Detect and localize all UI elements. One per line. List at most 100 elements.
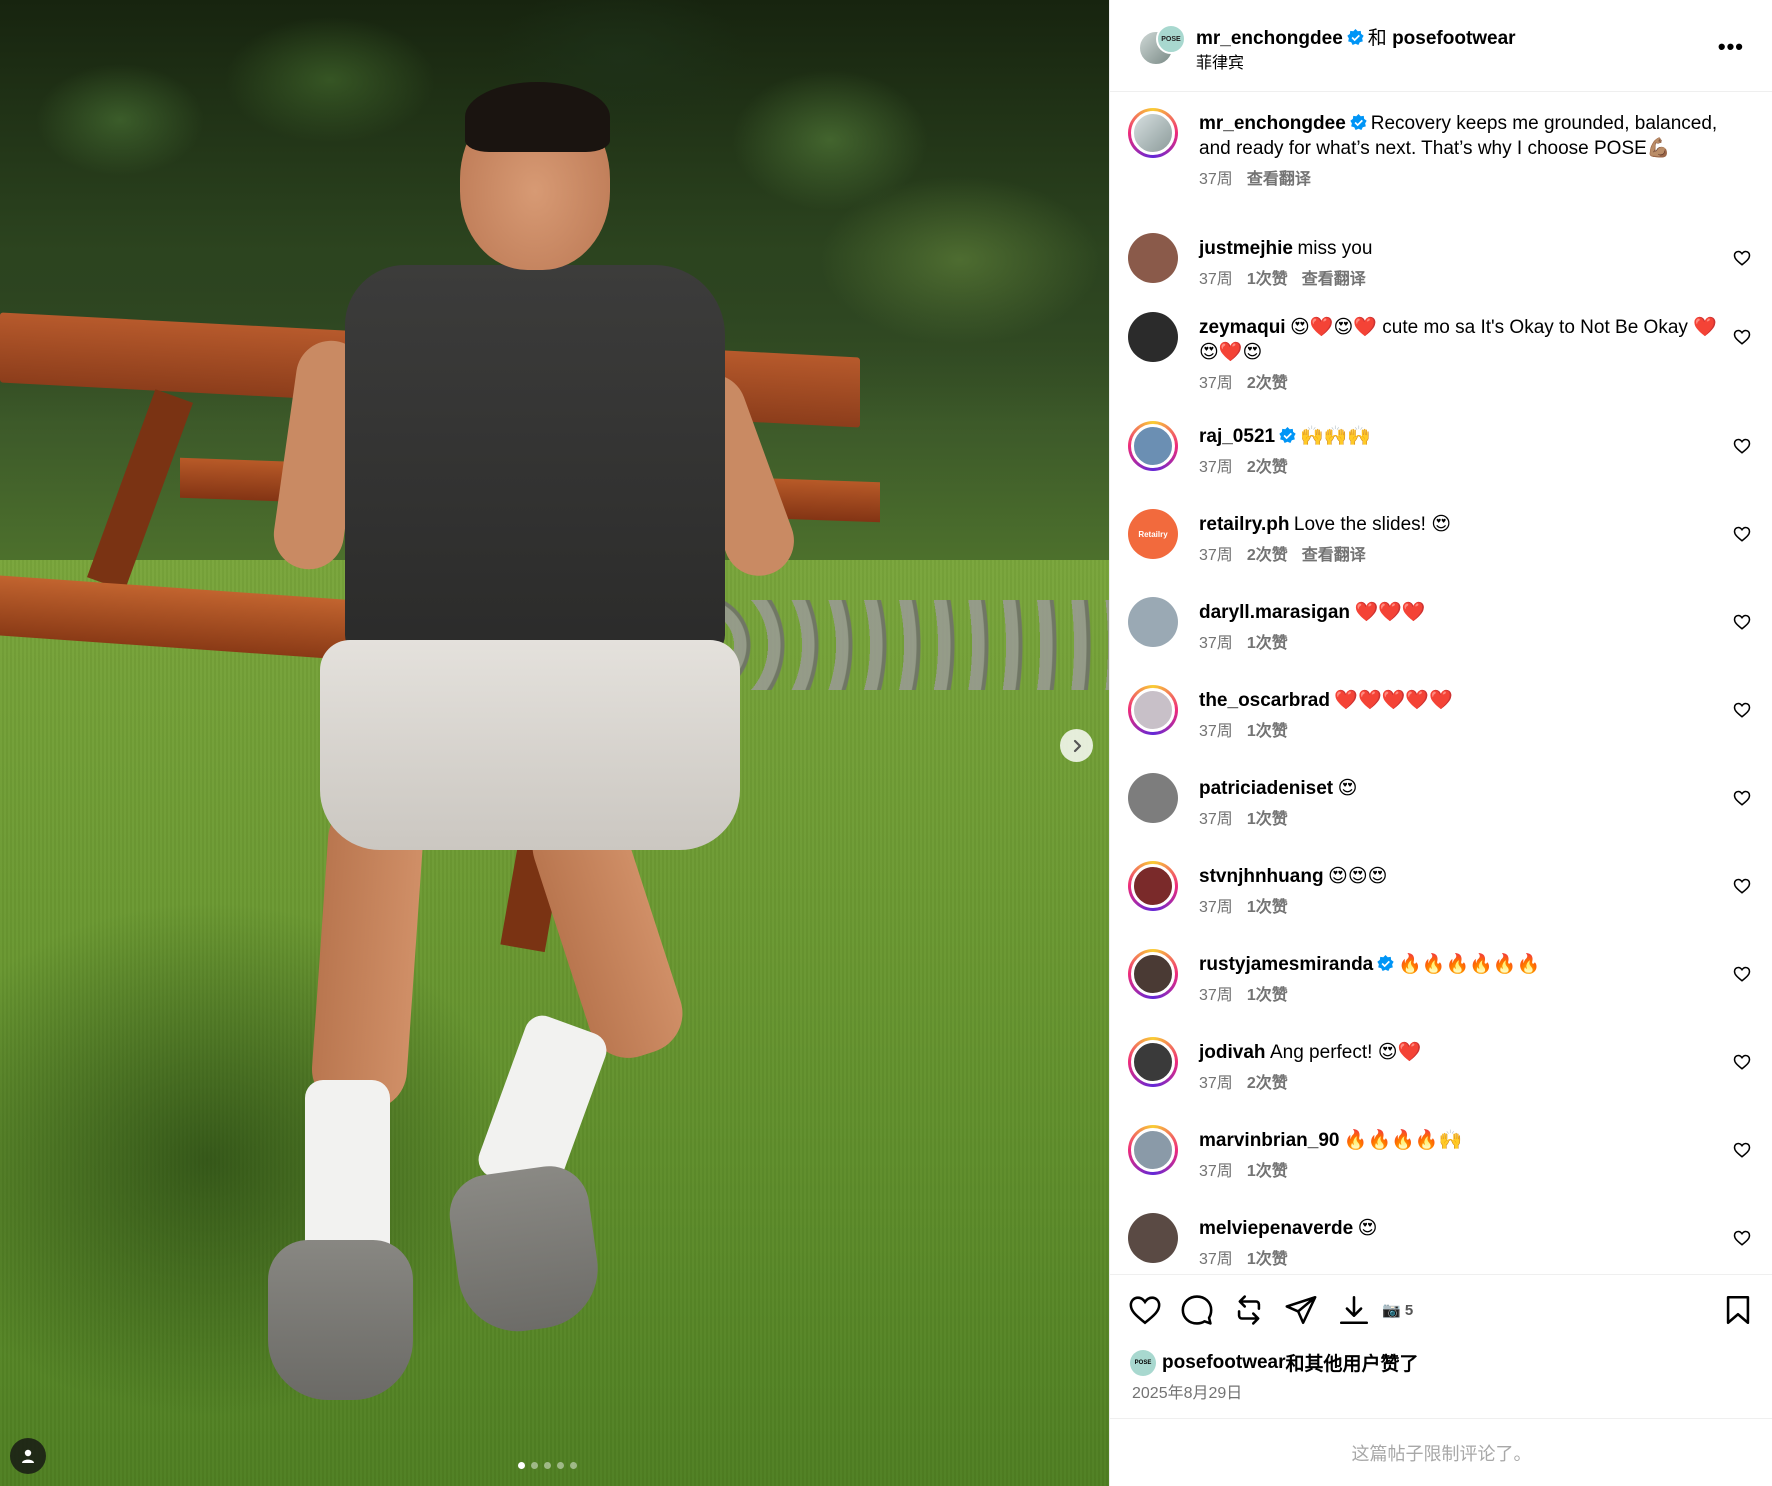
comment-like-heart-icon[interactable] (1733, 249, 1751, 267)
comment-like-heart-icon[interactable] (1733, 1053, 1751, 1071)
camera-count[interactable]: 📷 5 (1382, 1301, 1413, 1319)
commenter-avatar[interactable] (1128, 949, 1178, 999)
likes-summary[interactable]: POSE posefootwear 和其他用户赞了 (1130, 1349, 1419, 1376)
post-media[interactable] (0, 0, 1109, 1486)
comment-like-heart-icon[interactable] (1733, 789, 1751, 807)
carousel-dot (557, 1462, 564, 1469)
comment-like-heart-icon[interactable] (1733, 701, 1751, 719)
comment-meta: 37周 2次赞 (1199, 372, 1719, 396)
carousel-dot (570, 1462, 577, 1469)
comment-username[interactable]: melviepenaverde (1199, 1218, 1353, 1239)
collab-avatar[interactable]: POSE (1156, 24, 1186, 54)
share-send-icon[interactable] (1284, 1293, 1318, 1327)
comment-meta: 37周 1次赞 (1199, 984, 1719, 1008)
comment-username[interactable]: retailry.ph (1199, 514, 1289, 535)
comment-like-heart-icon[interactable] (1733, 877, 1751, 895)
comment-username[interactable]: stvnjhnhuang (1199, 866, 1324, 887)
translate-link[interactable]: 查看翻译 (1302, 271, 1366, 288)
commenter-avatar[interactable] (1128, 597, 1178, 647)
comment-like-count[interactable]: 2次赞 (1247, 459, 1288, 476)
comment-text: 😍😍😍 (1328, 866, 1388, 887)
comment-username[interactable]: patriciadeniset (1199, 778, 1333, 799)
comment-like-heart-icon[interactable] (1733, 965, 1751, 983)
comment-like-heart-icon[interactable] (1733, 1229, 1751, 1247)
comment-meta: 37周 1次赞 (1199, 896, 1719, 920)
comment-like-count[interactable]: 1次赞 (1247, 723, 1288, 740)
comments-list[interactable]: mr_enchongdee Recovery keeps me grounded,… (1110, 93, 1772, 1273)
commenter-avatar[interactable] (1128, 861, 1178, 911)
comment-like-count[interactable]: 1次赞 (1247, 271, 1288, 288)
commenter-avatar[interactable] (1128, 1213, 1178, 1263)
comment-like-count[interactable]: 2次赞 (1247, 547, 1288, 564)
commenter-avatar[interactable]: Retailry (1128, 509, 1178, 559)
comment-like-count[interactable]: 2次赞 (1247, 375, 1288, 392)
comment-username[interactable]: raj_0521 (1199, 426, 1275, 447)
comment-username[interactable]: marvinbrian_90 (1199, 1130, 1339, 1151)
comment-like-count[interactable]: 2次赞 (1247, 1075, 1288, 1092)
more-options-button[interactable]: ••• (1718, 34, 1744, 60)
commenter-avatar[interactable] (1128, 233, 1178, 283)
comment-icon[interactable] (1180, 1293, 1214, 1327)
comment-like-count[interactable]: 1次赞 (1247, 1163, 1288, 1180)
commenter-avatar-image (1131, 864, 1175, 908)
commenter-avatar[interactable] (1128, 421, 1178, 471)
comment-like-heart-icon[interactable] (1733, 437, 1751, 455)
carousel-next-button[interactable] (1060, 729, 1093, 762)
comment-time: 37周 (1199, 375, 1233, 392)
repost-icon[interactable] (1232, 1293, 1266, 1327)
comment-like-count[interactable]: 1次赞 (1247, 811, 1288, 828)
comment-like-heart-icon[interactable] (1733, 1141, 1751, 1159)
comment-username[interactable]: the_oscarbrad (1199, 690, 1330, 711)
comment-like-heart-icon[interactable] (1733, 525, 1751, 543)
comment-meta: 37周 2次赞 (1199, 456, 1719, 480)
comment-like-count[interactable]: 1次赞 (1247, 987, 1288, 1004)
commenter-avatar[interactable] (1128, 1037, 1178, 1087)
person-shirt (345, 265, 725, 655)
collab-username[interactable]: posefootwear (1392, 28, 1516, 49)
translate-link[interactable]: 查看翻译 (1247, 171, 1311, 188)
comment-username[interactable]: daryll.marasigan (1199, 602, 1350, 623)
post-date[interactable]: 2025年8月29日 (1132, 1379, 1242, 1403)
verified-badge-icon (1279, 427, 1296, 443)
caption-username[interactable]: mr_enchongdee (1199, 113, 1346, 134)
comment-text: Love the slides! 😍 (1293, 514, 1452, 535)
liked-by-suffix[interactable]: 和其他用户赞了 (1286, 1349, 1419, 1376)
comment-text: ❤️❤️❤️ (1354, 602, 1426, 623)
liker-avatar: POSE (1130, 1349, 1156, 1376)
caption-author-avatar[interactable] (1128, 108, 1178, 158)
bookmark-icon[interactable] (1721, 1293, 1755, 1327)
comment-time: 37周 (1199, 271, 1233, 288)
comment-like-count[interactable]: 1次赞 (1247, 899, 1288, 916)
commenter-avatar[interactable] (1128, 1125, 1178, 1175)
like-heart-icon[interactable] (1128, 1293, 1162, 1327)
comment-text: ❤️❤️❤️❤️❤️ (1334, 690, 1453, 711)
comment-like-count[interactable]: 1次赞 (1247, 635, 1288, 652)
comment-like-heart-icon[interactable] (1733, 328, 1751, 346)
comment-meta: 37周 1次赞 (1199, 632, 1719, 656)
comment-username[interactable]: rustyjamesmiranda (1199, 954, 1373, 975)
verified-badge-icon (1350, 114, 1367, 130)
download-icon[interactable] (1337, 1293, 1371, 1327)
tagged-users-button[interactable] (10, 1438, 46, 1474)
comment-time: 37周 (1199, 811, 1233, 828)
commenter-avatar[interactable] (1128, 773, 1178, 823)
comment-like-count[interactable]: 1次赞 (1247, 1251, 1288, 1268)
comment-username[interactable]: zeymaqui (1199, 317, 1286, 338)
commenter-avatar[interactable] (1128, 312, 1178, 362)
location-link[interactable]: 菲律宾 (1196, 49, 1244, 73)
pebble-border (680, 600, 1109, 690)
user-icon (22, 1449, 34, 1463)
carousel-dot (518, 1462, 525, 1469)
commenter-avatar[interactable] (1128, 685, 1178, 735)
caption-meta: 37周 查看翻译 (1199, 168, 1719, 192)
author-username[interactable]: mr_enchongdee (1196, 28, 1343, 49)
comment-username[interactable]: justmejhie (1199, 238, 1293, 259)
translate-link[interactable]: 查看翻译 (1302, 547, 1366, 564)
comment-like-heart-icon[interactable] (1733, 613, 1751, 631)
tree-shadow (0, 900, 520, 1420)
comment-text: 🙌🙌🙌 (1300, 426, 1372, 447)
comment-username[interactable]: jodivah (1199, 1042, 1266, 1063)
post-actions: 📷 5 POSE posefootwear 和其他用户赞了 2025年8月29日 (1110, 1274, 1772, 1414)
commenter-avatar-image (1131, 952, 1175, 996)
liked-by-username[interactable]: posefootwear (1162, 1352, 1286, 1374)
